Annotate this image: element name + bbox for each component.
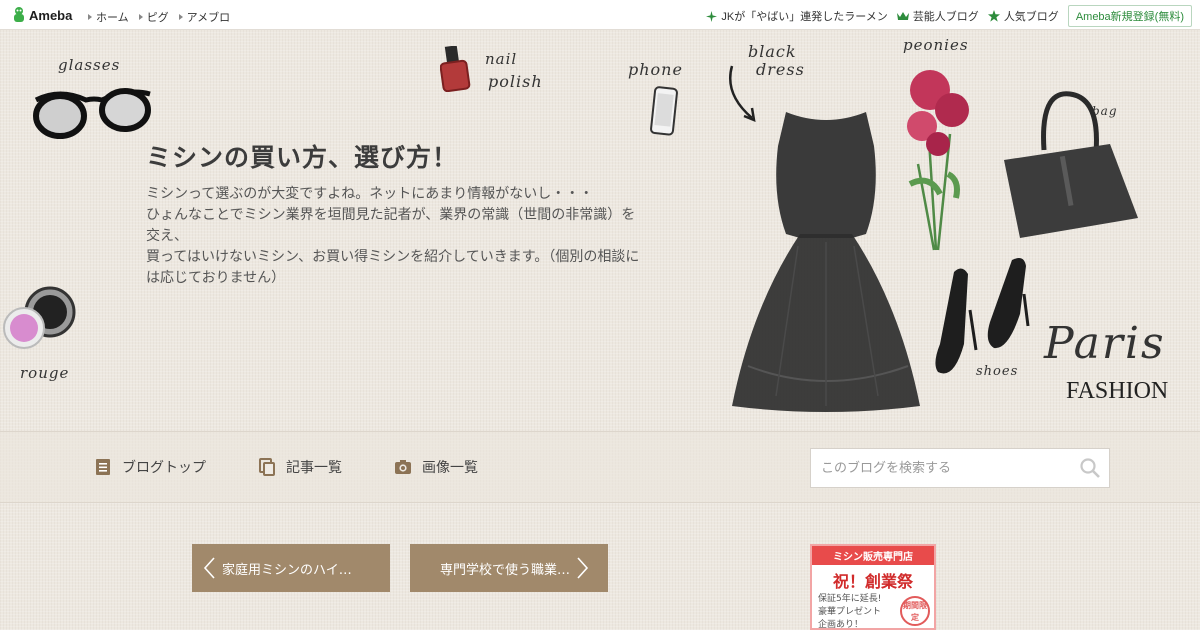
blog-search-input[interactable] — [811, 449, 1079, 487]
next-article-button[interactable]: 専門学校で使う職業… — [410, 544, 608, 592]
phone-illustration — [650, 86, 678, 136]
caret-right-icon — [138, 14, 143, 20]
crown-icon — [896, 12, 909, 20]
nav-article-list-label: 記事一覧 — [286, 460, 342, 476]
topbar-link-label: アメブロ — [186, 12, 231, 24]
glasses-label: glasses — [58, 56, 121, 74]
blog-search-box — [810, 448, 1110, 488]
peonies-illustration — [907, 70, 969, 251]
chevron-left-icon — [203, 557, 215, 579]
ameba-topbar: Ameba ホーム ピグ アメブロ JKが「やばい」連発したラーメン 芸能人ブロ… — [0, 0, 1200, 30]
celebrity-blog-label: 芸能人ブログ — [912, 11, 979, 23]
trending-link[interactable]: JKが「やばい」連発したラーメン — [706, 8, 888, 24]
popular-blog-link[interactable]: 人気ブログ — [987, 8, 1059, 24]
nail-label: nail — [485, 50, 518, 68]
nav-blog-top-label: ブログトップ — [122, 460, 206, 476]
topbar-links: ホーム ピグ アメブロ — [88, 9, 230, 25]
ameba-logo[interactable]: Ameba — [12, 6, 72, 24]
sidebar-ad-banner[interactable]: ミシン販売専門店 祝！創業祭 保証5年に延長! 豪華プレゼント 企画あり！ 期間… — [810, 544, 936, 630]
shoes-illustration — [935, 258, 1030, 374]
topbar-link-label: ホーム — [96, 12, 129, 24]
celebrity-blog-link[interactable]: 芸能人ブログ — [896, 8, 979, 24]
next-article-label: 専門学校で使う職業… — [440, 562, 571, 578]
blog-description: ミシンって選ぶのが大変ですよね。ネットにあまり情報がないし・・・ ひょんなことで… — [146, 184, 646, 289]
prev-article-button[interactable]: 家庭用ミシンのハイ… — [192, 544, 390, 592]
black-label: black — [748, 42, 797, 61]
blog-description-line: ひょんなことでミシン業界を垣間見た記者が、業界の常識（世間の非常識）を交え、 — [146, 207, 636, 244]
blog-nav-bar: ブログトップ 記事一覧 画像一覧 — [0, 431, 1200, 503]
caret-right-icon — [88, 14, 92, 20]
nav-image-list[interactable]: 画像一覧 — [394, 457, 478, 477]
bag-illustration — [1004, 91, 1138, 238]
rouge-label: rouge — [20, 364, 70, 382]
sparkle-icon — [706, 10, 718, 22]
prev-article-label: 家庭用ミシンのハイ… — [222, 562, 352, 578]
ameba-logo-icon — [14, 7, 24, 22]
fashion-label: FASHION — [1066, 378, 1169, 404]
document-icon — [96, 459, 110, 475]
logo-text: Ameba — [29, 7, 73, 23]
register-button[interactable]: Ameba新規登録(無料) — [1067, 5, 1192, 27]
black-dress-illustration — [732, 112, 920, 412]
rouge-illustration — [3, 286, 76, 349]
paris-label: Paris — [1044, 318, 1166, 369]
trending-link-label: JKが「やばい」連発したラーメン — [721, 11, 888, 23]
popular-blog-label: 人気ブログ — [1003, 11, 1059, 23]
nail-polish-illustration — [440, 46, 471, 92]
topbar-link-ameblo[interactable]: アメブロ — [178, 9, 231, 25]
nav-image-list-label: 画像一覧 — [422, 460, 478, 476]
topbar-link-pigg[interactable]: ピグ — [138, 9, 169, 25]
topbar-link-home[interactable]: ホーム — [88, 9, 129, 25]
copy-icon — [259, 458, 275, 476]
ad-headline: 祝！創業祭 — [832, 572, 913, 591]
blog-title[interactable]: ミシンの買い方、選び方！ — [146, 138, 458, 174]
camera-icon — [395, 460, 411, 474]
peonies-label: peonies — [903, 36, 969, 54]
topbar-right: JKが「やばい」連発したラーメン 芸能人ブログ 人気ブログ Ameba新規登録(… — [706, 5, 1192, 27]
star-icon — [987, 10, 1000, 22]
blog-description-line: 買ってはいけないミシン、お買い得ミシンを紹介していきます。（個別の相談には応じて… — [146, 249, 640, 286]
polish-label: polish — [488, 72, 543, 91]
nav-article-list[interactable]: 記事一覧 — [258, 457, 342, 477]
shoes-label: shoes — [976, 364, 1019, 379]
caret-right-icon — [178, 14, 183, 20]
topbar-link-label: ピグ — [146, 12, 169, 24]
glasses-illustration — [33, 88, 151, 139]
ad-stamp: 期間限定 — [900, 596, 930, 626]
blog-description-line: ミシンって選ぶのが大変ですよね。ネットにあまり情報がないし・・・ — [146, 186, 594, 202]
search-icon[interactable] — [1079, 457, 1101, 479]
phone-label: phone — [628, 60, 683, 79]
nav-blog-top[interactable]: ブログトップ — [94, 457, 206, 477]
chevron-right-icon — [577, 557, 589, 579]
ad-header: ミシン販売専門店 — [812, 546, 934, 565]
